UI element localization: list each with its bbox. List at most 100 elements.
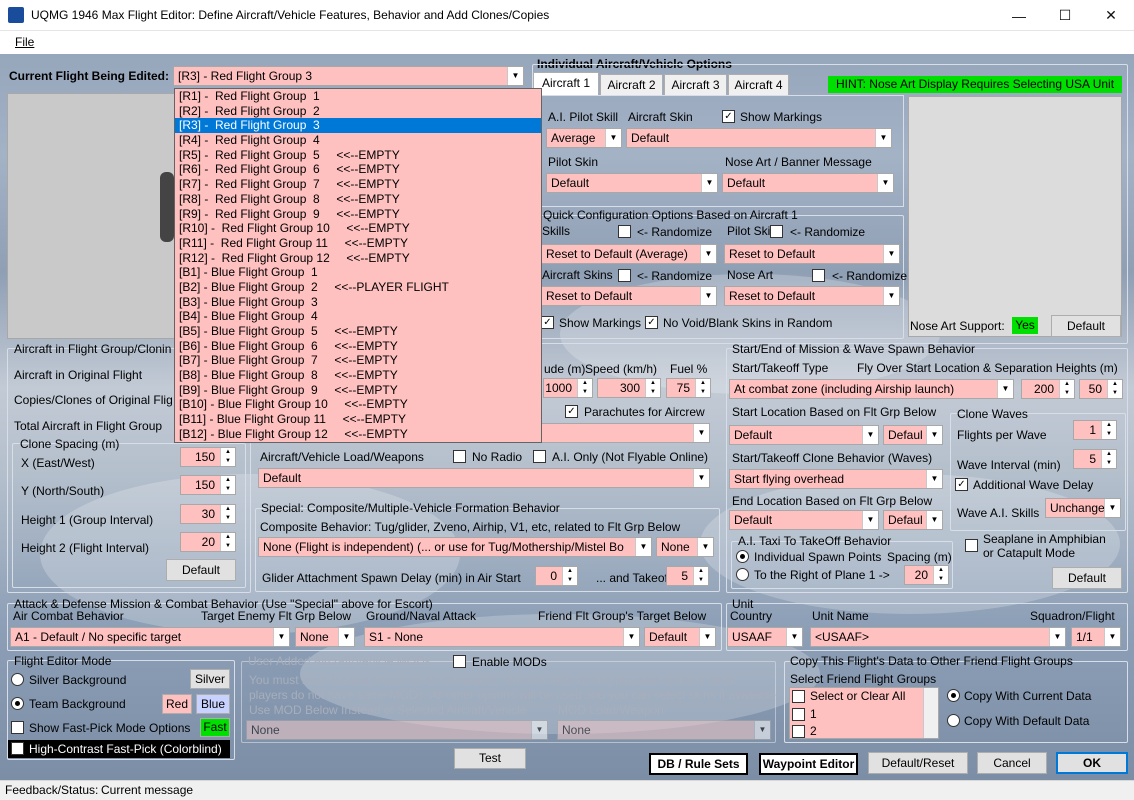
silver-background-radio[interactable]: [11, 673, 24, 686]
flight-list-item[interactable]: [R1] - Red Flight Group 1: [175, 89, 541, 104]
height1-spinner[interactable]: 30 ▲ ▼: [180, 504, 236, 524]
flight-list-item[interactable]: [R7] - Red Flight Group 7 <<--EMPTY: [175, 177, 541, 192]
nose-art-default-button[interactable]: Default: [1051, 315, 1121, 337]
pilot-skins-randomize-checkbox[interactable]: [770, 225, 783, 238]
flight-list-item[interactable]: [R9] - Red Flight Group 9 <<--EMPTY: [175, 207, 541, 222]
nose-art-reset-dropdown[interactable]: Reset to Default ▼: [724, 286, 900, 306]
formation-dropdown[interactable]: ▼: [540, 423, 710, 443]
flight-list-item[interactable]: [R2] - Red Flight Group 2: [175, 104, 541, 119]
menu-file[interactable]: File: [15, 35, 34, 49]
start-end-default-button[interactable]: Default: [1052, 567, 1122, 589]
use-mod-dropdown[interactable]: None ▼: [246, 720, 548, 740]
individual-spawn-radio[interactable]: [736, 550, 749, 563]
flight-list-item[interactable]: [B4] - Blue Flight Group 4: [175, 309, 541, 324]
target-enemy-dropdown[interactable]: None ▼: [295, 627, 355, 647]
taxi-spacing-spinner[interactable]: 20 ▲ ▼: [904, 565, 949, 585]
tab-aircraft-2[interactable]: Aircraft 2: [600, 74, 663, 95]
minimize-button[interactable]: —: [996, 0, 1042, 31]
glider-air-spinner[interactable]: 0 ▲ ▼: [535, 566, 578, 586]
parachutes-checkbox[interactable]: ✓: [565, 405, 578, 418]
speed-spinner[interactable]: 300 ▲ ▼: [597, 378, 661, 398]
tab-aircraft-3[interactable]: Aircraft 3: [664, 74, 727, 95]
flight-list-item[interactable]: [B2] - Blue Flight Group 2 <<--PLAYER FL…: [175, 280, 541, 295]
flight-list-item[interactable]: [B5] - Blue Flight Group 5 <<--EMPTY: [175, 324, 541, 339]
start-location-group-dropdown[interactable]: Defaul ▼: [883, 425, 943, 445]
flight-list-item[interactable]: [R5] - Red Flight Group 5 <<--EMPTY: [175, 148, 541, 163]
takeoff-type-dropdown[interactable]: At combat zone (including Airship launch…: [729, 379, 1014, 399]
right-of-plane-radio[interactable]: [736, 568, 749, 581]
friend-2-checkbox[interactable]: [792, 725, 805, 738]
composite-target-dropdown[interactable]: None ▼: [656, 537, 714, 557]
flights-per-wave-spinner[interactable]: 1 ▲ ▼: [1073, 420, 1117, 440]
mod-load-dropdown[interactable]: None ▼: [557, 720, 771, 740]
skills-randomize-checkbox[interactable]: [618, 225, 631, 238]
flight-list-item[interactable]: [B3] - Blue Flight Group 3: [175, 295, 541, 310]
start-location-dropdown[interactable]: Default ▼: [729, 425, 879, 445]
flight-list-item[interactable]: [B10] - Blue Flight Group 10 <<--EMPTY: [175, 397, 541, 412]
flight-list-item[interactable]: [B1] - Blue Flight Group 1: [175, 265, 541, 280]
show-markings-checkbox[interactable]: ✓: [722, 110, 735, 123]
flight-list-item[interactable]: [B6] - Blue Flight Group 6 <<--EMPTY: [175, 339, 541, 354]
close-button[interactable]: ✕: [1088, 0, 1134, 31]
flight-list-item[interactable]: [R3] - Red Flight Group 3: [175, 118, 541, 134]
nose-art-randomize-checkbox[interactable]: [812, 269, 825, 282]
flight-list-item[interactable]: [R4] - Red Flight Group 4: [175, 133, 541, 148]
flight-list-item[interactable]: [B7] - Blue Flight Group 7 <<--EMPTY: [175, 353, 541, 368]
flight-list-item[interactable]: [R12] - Red Flight Group 12 <<--EMPTY: [175, 251, 541, 266]
wave-skills-dropdown[interactable]: Unchange ▼: [1045, 498, 1121, 518]
ground-attack-dropdown[interactable]: S1 - None ▼: [364, 627, 640, 647]
glider-takeoff-spinner[interactable]: 5 ▲ ▼: [666, 566, 709, 586]
silver-button[interactable]: Silver: [190, 669, 230, 689]
country-dropdown[interactable]: USAAF ▼: [727, 627, 803, 647]
unit-name-dropdown[interactable]: <USAAF> ▼: [810, 627, 1066, 647]
friend-1-checkbox[interactable]: [792, 708, 805, 721]
ok-button[interactable]: OK: [1056, 752, 1128, 774]
end-location-dropdown[interactable]: Default ▼: [729, 510, 879, 530]
default-reset-button[interactable]: Default/Reset: [868, 752, 968, 774]
squadron-dropdown[interactable]: 1/1 ▼: [1071, 627, 1121, 647]
aircraft-skins-reset-dropdown[interactable]: Reset to Default ▼: [541, 286, 717, 306]
nose-art-dropdown[interactable]: Default ▼: [722, 173, 894, 193]
aircraft-skin-dropdown[interactable]: Default ▼: [626, 128, 892, 148]
x-spacing-spinner[interactable]: 150 ▲ ▼: [180, 447, 236, 467]
wave-interval-spinner[interactable]: 5 ▲ ▼: [1073, 449, 1117, 469]
pilot-skin-dropdown[interactable]: Default ▼: [546, 173, 718, 193]
load-weapons-dropdown[interactable]: Default ▼: [258, 468, 710, 488]
flight-list-item[interactable]: [B11] - Blue Flight Group 11 <<--EMPTY: [175, 412, 541, 427]
flight-list-item[interactable]: [B9] - Blue Flight Group 9 <<--EMPTY: [175, 383, 541, 398]
flight-list-item[interactable]: [B12] - Blue Flight Group 12 <<--EMPTY: [175, 427, 541, 442]
tab-aircraft-4[interactable]: Aircraft 4: [728, 74, 789, 95]
current-flight-dropdown[interactable]: [R3] - Red Flight Group 3 ▼: [173, 66, 524, 86]
clone-behavior-dropdown[interactable]: Start flying overhead ▼: [729, 469, 943, 489]
fuel-spinner[interactable]: 75 ▲ ▼: [666, 378, 711, 398]
enable-mods-checkbox[interactable]: [453, 655, 466, 668]
cancel-button[interactable]: Cancel: [977, 752, 1047, 774]
ai-only-checkbox[interactable]: [533, 450, 546, 463]
seaplane-checkbox[interactable]: [965, 539, 978, 552]
clone-spacing-default-button[interactable]: Default: [166, 559, 236, 581]
flight-list-item[interactable]: [B8] - Blue Flight Group 8 <<--EMPTY: [175, 368, 541, 383]
composite-behavior-dropdown[interactable]: None (Flight is independent) (... or use…: [258, 537, 652, 557]
quick-show-markings-checkbox[interactable]: ✓: [541, 316, 554, 329]
copy-current-radio[interactable]: [947, 689, 960, 702]
end-location-group-dropdown[interactable]: Defaul ▼: [883, 510, 943, 530]
waypoint-editor-button[interactable]: Waypoint Editor: [759, 753, 858, 775]
no-radio-checkbox[interactable]: [453, 450, 466, 463]
no-void-skins-checkbox[interactable]: ✓: [645, 316, 658, 329]
aircraft-skins-randomize-checkbox[interactable]: [618, 269, 631, 282]
skills-reset-dropdown[interactable]: Reset to Default (Average) ▼: [541, 244, 717, 264]
additional-delay-checkbox[interactable]: ✓: [955, 478, 968, 491]
blue-button[interactable]: Blue: [196, 694, 230, 714]
red-button[interactable]: Red: [162, 694, 192, 714]
height2-spinner[interactable]: 20 ▲ ▼: [180, 532, 236, 552]
maximize-button[interactable]: ☐: [1042, 0, 1088, 31]
fast-pick-checkbox[interactable]: [11, 721, 24, 734]
altitude-spinner[interactable]: 1000 ▲ ▼: [543, 378, 593, 398]
high-contrast-checkbox[interactable]: [11, 742, 24, 755]
flight-dropdown-list[interactable]: [R1] - Red Flight Group 1 [R2] - Red Flig…: [174, 88, 542, 443]
separation-height2-spinner[interactable]: 50 ▲ ▼: [1079, 379, 1123, 399]
listbox-scrollbar[interactable]: [923, 688, 938, 738]
test-button[interactable]: Test: [454, 748, 526, 769]
separation-height1-spinner[interactable]: 200 ▲ ▼: [1021, 379, 1075, 399]
pilot-skill-dropdown[interactable]: Average ▼: [546, 128, 622, 148]
